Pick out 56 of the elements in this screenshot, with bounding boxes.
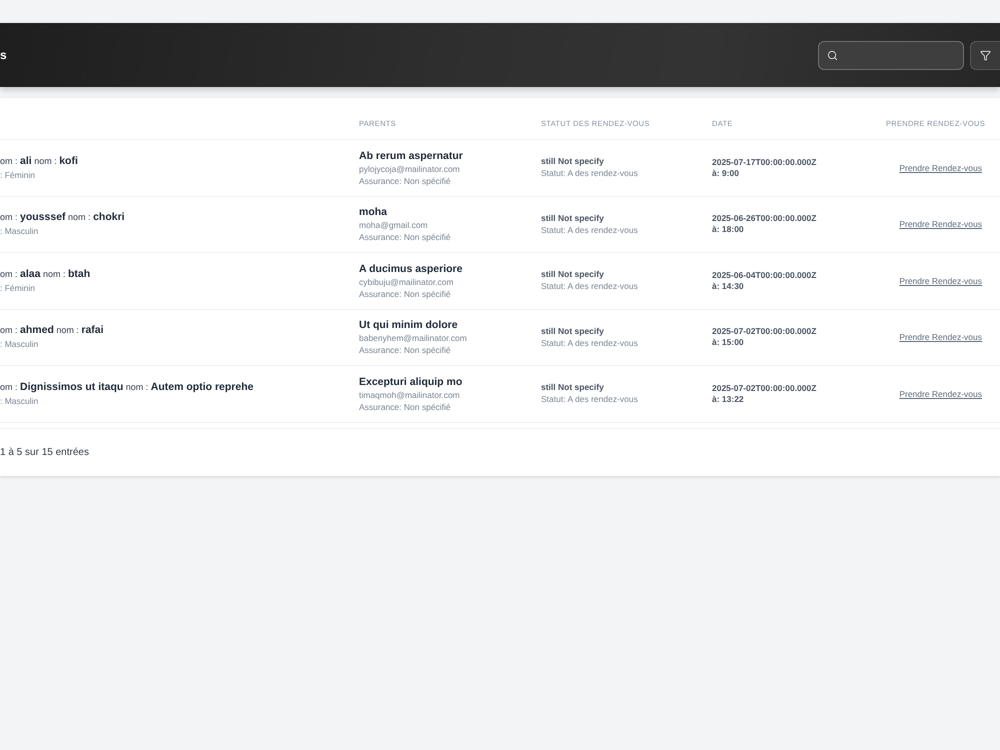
patient-gender: : Masculin <box>0 338 38 350</box>
appointment-time: à: 9:00 <box>712 168 739 179</box>
search-field[interactable] <box>818 40 964 70</box>
parent-insurance: Assurance: Non spécifié <box>359 174 451 187</box>
parent-insurance: Assurance: Non spécifié <box>359 400 451 413</box>
parent-name: Excepturi aliquip mo <box>359 374 462 389</box>
status-detail: Statut: A des rendez-vous <box>541 224 638 236</box>
appointment-date: 2025-07-17T00:00:00.000Z <box>712 156 816 168</box>
patient-name: om : Dignissimos ut itaqu nom : Autem optio reprehe <box>0 380 254 394</box>
appointment-status: still Not specify <box>541 156 604 168</box>
book-appointment-link[interactable]: Prendre Rendez-vous <box>899 274 982 287</box>
status-detail: Statut: A des rendez-vous <box>541 336 638 349</box>
status-detail: Statut: A des rendez-vous <box>541 280 638 292</box>
parent-insurance: Assurance: Non spécifié <box>359 344 451 356</box>
appointment-time: à: 13:22 <box>712 394 744 405</box>
parent-name: A ducimus asperiore <box>359 262 462 276</box>
parent-insurance: Assurance: Non spécifié <box>359 231 451 244</box>
search-icon <box>827 50 838 60</box>
appointment-time: à: 14:30 <box>712 280 744 292</box>
parent-name: Ut qui minim dolore <box>359 318 458 332</box>
pagination-info: 1 à 5 sur 15 entrées <box>0 446 89 458</box>
appointment-date: 2025-06-04T00:00:00.000Z <box>712 270 816 281</box>
book-appointment-link[interactable]: Prendre Rendez-vous <box>899 162 982 174</box>
appointment-date: 2025-07-02T00:00:00.000Z <box>712 382 816 394</box>
book-appointment-link[interactable]: Prendre Rendez-vous <box>899 388 982 400</box>
filter-button[interactable] <box>970 40 1000 70</box>
status-detail: Statut: A des rendez-vous <box>541 167 638 180</box>
patient-name: om : ali nom : kofi <box>0 154 78 168</box>
parent-name: Ab rerum aspernatur <box>359 148 463 163</box>
patient-name: om : ahmed nom : rafai <box>0 324 104 338</box>
patient-name: om : alaa nom : btah <box>0 268 90 281</box>
appointment-status: still Not specify <box>541 326 604 337</box>
patient-gender: : Masculin <box>0 225 38 238</box>
appointment-date: 2025-07-02T00:00:00.000Z <box>712 326 816 338</box>
patient-name: om : yousssef nom : chokri <box>0 211 125 224</box>
book-appointment-link[interactable]: Prendre Rendez-vous <box>899 331 982 344</box>
parent-insurance: Assurance: Non spécifié <box>359 288 451 300</box>
book-appointment-link[interactable]: Prendre Rendez-vous <box>899 218 982 230</box>
parent-email: babenyhem@mailinator.com <box>359 332 467 344</box>
parent-email: moha@gmail.com <box>359 219 428 232</box>
parent-name: moha <box>359 205 388 220</box>
parent-email: pylojycoja@mailinator.com <box>359 162 460 175</box>
appointment-status: still Not specify <box>541 212 604 224</box>
appointment-time: à: 15:00 <box>712 337 744 348</box>
appointment-status: still Not specify <box>541 382 604 394</box>
status-detail: Statut: A des rendez-vous <box>541 393 638 406</box>
parent-email: timaqmoh@mailinator.com <box>359 388 460 401</box>
appointment-time: à: 18:00 <box>712 224 744 236</box>
patient-gender: : Masculin <box>0 394 38 407</box>
filter-icon <box>980 50 991 60</box>
patient-gender: : Féminin <box>0 168 35 181</box>
appointment-status: still Not specify <box>541 269 604 280</box>
page-title: s <box>0 48 7 62</box>
parent-email: cybibuju@mailinator.com <box>359 276 454 288</box>
patient-gender: : Féminin <box>0 282 35 294</box>
appointment-date: 2025-06-26T00:00:00.000Z <box>712 213 816 224</box>
